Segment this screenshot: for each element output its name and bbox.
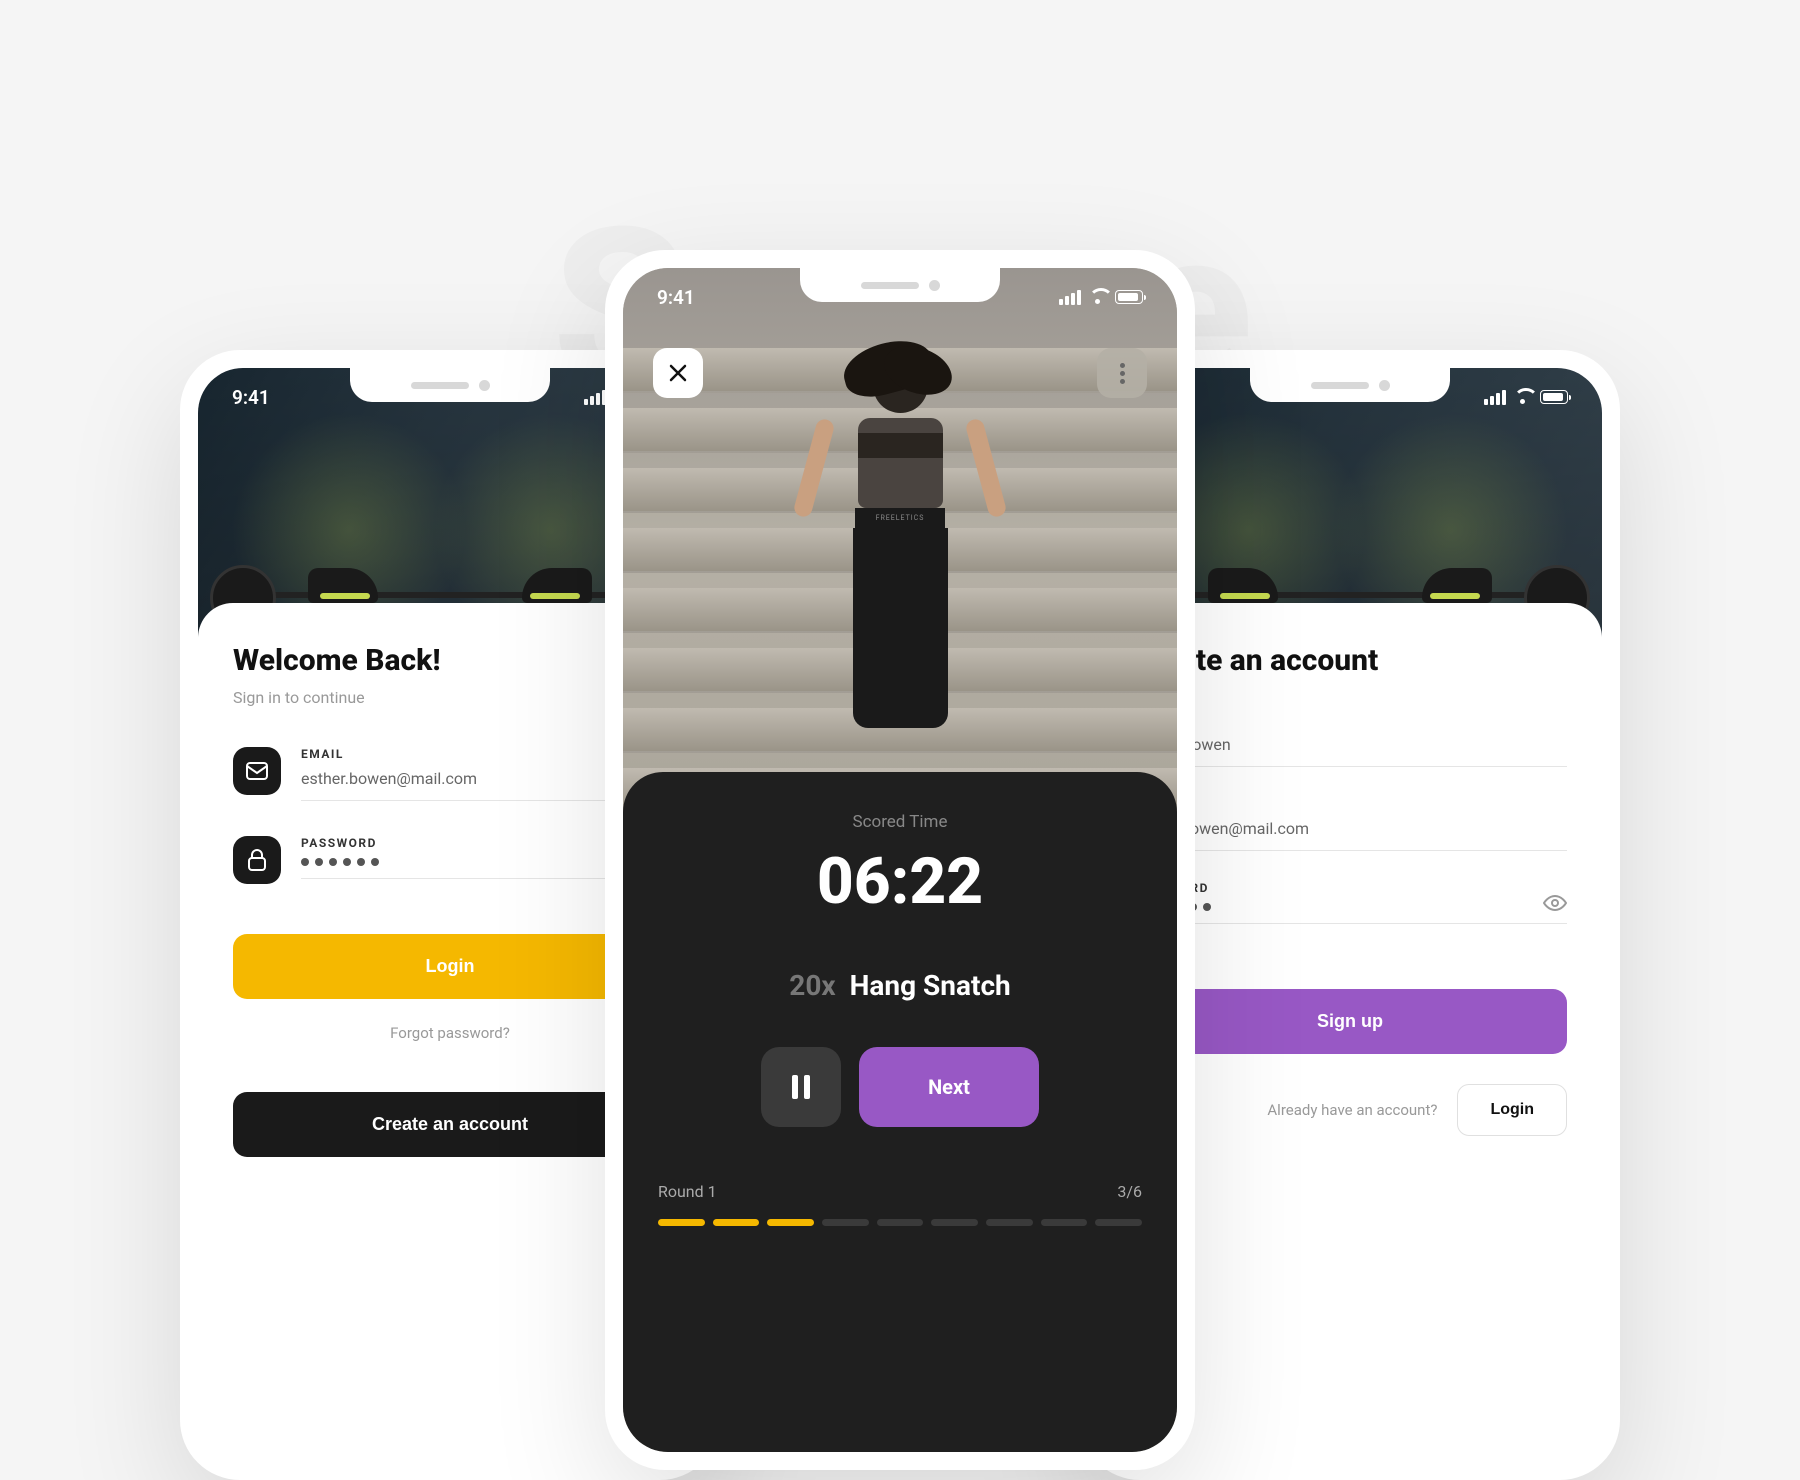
name-label: NAME — [1133, 713, 1567, 727]
lock-icon — [233, 836, 281, 884]
exercise-name: Hang Snatch — [850, 969, 1011, 1002]
more-menu-button[interactable] — [1097, 348, 1147, 398]
login-button[interactable]: Login — [1457, 1084, 1567, 1136]
have-account-text: Already have an account? — [1267, 1101, 1437, 1119]
forgot-password-link[interactable]: Forgot password? — [233, 1024, 667, 1042]
password-label: PASSWORD — [1133, 881, 1567, 895]
vertical-dots-icon — [1120, 363, 1125, 384]
battery-icon — [1540, 390, 1568, 404]
phone-notch — [800, 268, 1000, 302]
round-label: Round 1 — [658, 1182, 717, 1201]
name-input[interactable]: Esther Bowen — [1133, 735, 1567, 754]
pause-button[interactable] — [761, 1047, 841, 1127]
wifi-icon — [1513, 390, 1533, 405]
password-input[interactable] — [1133, 903, 1567, 911]
status-time: 9:41 — [657, 286, 695, 309]
phone-notch — [1250, 368, 1450, 402]
close-button[interactable] — [653, 348, 703, 398]
email-label: EMAIL — [1133, 797, 1567, 811]
status-time: 9:41 — [232, 386, 270, 409]
email-icon — [233, 747, 281, 795]
signal-icon — [1484, 390, 1506, 405]
email-input[interactable]: esther.bowen@mail.com — [1133, 819, 1567, 838]
exercise-reps: 20x — [789, 969, 835, 1002]
progress-count: 3/6 — [1117, 1182, 1142, 1201]
login-title: Welcome Back! — [233, 643, 667, 678]
signal-icon — [584, 390, 606, 405]
pause-icon — [792, 1075, 798, 1099]
battery-icon — [1115, 290, 1143, 304]
create-account-button[interactable]: Create an account — [233, 1092, 667, 1157]
wifi-icon — [1088, 290, 1108, 305]
login-subtitle: Sign in to continue — [233, 688, 667, 707]
phone-workout: 9:41 — [605, 250, 1195, 1470]
signup-title: Create an account — [1133, 643, 1567, 678]
phone-notch — [350, 368, 550, 402]
signal-icon — [1059, 290, 1081, 305]
signup-button[interactable]: Sign up — [1133, 989, 1567, 1054]
toggle-password-icon[interactable] — [1543, 895, 1567, 911]
scored-time-label: Scored Time — [658, 812, 1142, 832]
current-exercise: 20x Hang Snatch — [658, 969, 1142, 1002]
next-button[interactable]: Next — [859, 1047, 1039, 1127]
timer-display: 06:22 — [658, 844, 1142, 919]
login-button[interactable]: Login — [233, 934, 667, 999]
progress-bar — [658, 1219, 1142, 1226]
